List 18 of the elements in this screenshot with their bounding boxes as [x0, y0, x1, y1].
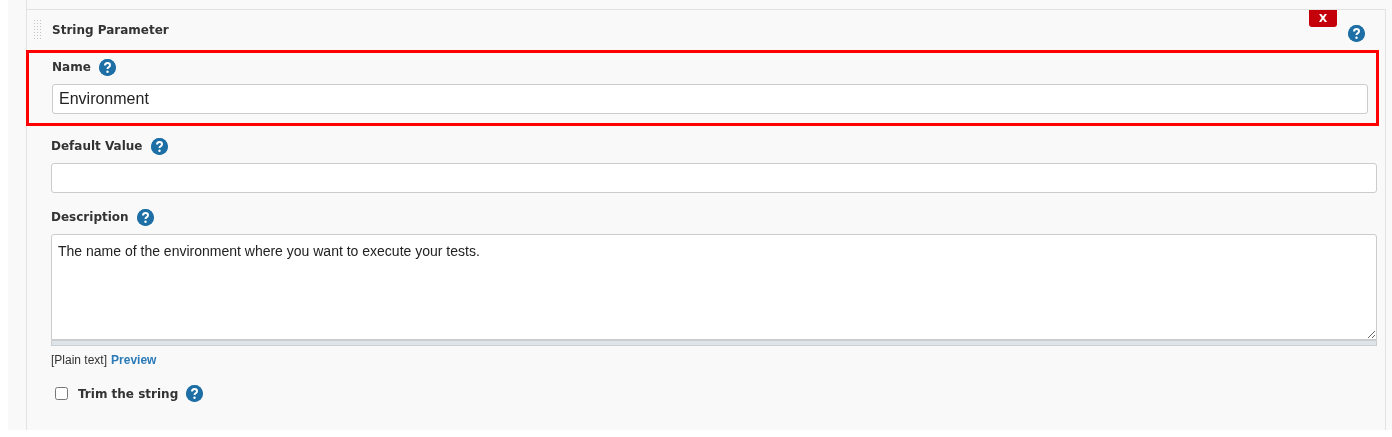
field-label: Description [51, 210, 129, 224]
field-label: Default Value [51, 139, 143, 153]
help-icon[interactable] [150, 137, 168, 155]
name-input[interactable]: Environment [52, 84, 1368, 114]
preview-link[interactable]: Preview [111, 353, 157, 367]
help-icon[interactable] [186, 385, 204, 402]
help-icon[interactable] [98, 58, 116, 76]
checkbox-label: Trim the string [78, 386, 179, 401]
trim-checkbox[interactable] [55, 387, 68, 400]
default-value-input[interactable] [51, 163, 1377, 193]
parameter-title: String Parameter [52, 23, 169, 37]
help-icon[interactable] [136, 208, 154, 226]
delete-button[interactable]: X [1309, 10, 1337, 27]
syntax-label: [Plain text] [51, 353, 108, 367]
description-textarea[interactable]: The name of the environment where you want to execute your tests. [51, 234, 1377, 340]
resize-handle[interactable] [51, 340, 1377, 346]
field-label: Name [52, 60, 91, 74]
help-icon[interactable] [1348, 25, 1365, 42]
